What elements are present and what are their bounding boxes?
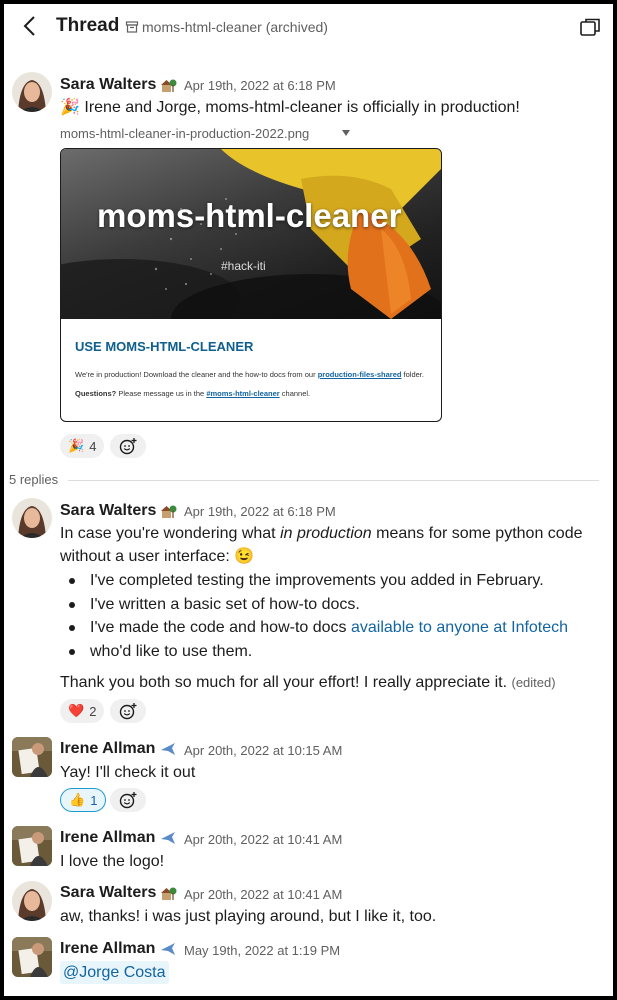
house-with-tree-icon bbox=[161, 887, 177, 900]
author-name[interactable]: Irene Allman bbox=[60, 940, 155, 958]
party-popper-icon: 🎉 bbox=[68, 438, 85, 453]
list-item: I've made the code and how-to docs avail… bbox=[60, 616, 568, 640]
divider bbox=[68, 480, 599, 481]
message-text: means for some python code bbox=[371, 525, 583, 542]
author-name[interactable]: Sara Walters bbox=[60, 76, 156, 94]
list-item-continuation: who'd like to use them. bbox=[60, 640, 568, 664]
avatar[interactable] bbox=[12, 737, 52, 777]
card-link-channel: #moms-html-cleaner bbox=[206, 389, 280, 398]
avatar[interactable] bbox=[12, 937, 52, 977]
chevron-down-icon[interactable] bbox=[341, 128, 351, 138]
timestamp[interactable]: Apr 19th, 2022 at 6:18 PM bbox=[184, 78, 336, 93]
thumbs-up-icon: 👍 bbox=[69, 792, 86, 807]
reaction-count: 2 bbox=[89, 703, 97, 719]
message-text: I love the logo! bbox=[60, 853, 165, 870]
message-text-line-1: In case you're wondering what in product… bbox=[60, 522, 582, 545]
add-emoji-icon bbox=[119, 438, 137, 455]
winking-face-icon: 😉 bbox=[234, 548, 255, 565]
user-mention[interactable]: @Jorge Costa bbox=[60, 961, 169, 984]
airplane-icon bbox=[161, 832, 175, 844]
message-text: Thank you both so much for all your effo… bbox=[60, 674, 508, 691]
card-body-text: channel. bbox=[279, 389, 311, 398]
author-name[interactable]: Irene Allman bbox=[60, 740, 155, 758]
avatar[interactable] bbox=[12, 881, 52, 921]
list-item: I've completed testing the improvements … bbox=[60, 569, 568, 593]
message-text: aw, thanks! i was just playing around, b… bbox=[60, 908, 437, 925]
image-tag: #hack-iti bbox=[221, 259, 266, 273]
airplane-icon bbox=[161, 943, 175, 955]
card-body-line-2: Questions? Please message us in the #mom… bbox=[75, 389, 310, 398]
reaction-count: 4 bbox=[89, 438, 97, 454]
list-item: I've written a basic set of how-to docs. bbox=[60, 593, 568, 617]
timestamp[interactable]: Apr 19th, 2022 at 6:18 PM bbox=[184, 504, 336, 519]
house-with-tree-icon bbox=[161, 79, 177, 92]
airplane-icon bbox=[161, 743, 175, 755]
reaction-heart[interactable]: ❤️ 2 bbox=[60, 699, 105, 723]
message-text: without a user interface: bbox=[60, 548, 230, 565]
thread-panel: Thread moms-html-cleaner (archived) Sara… bbox=[4, 4, 613, 996]
file-name[interactable]: moms-html-cleaner-in-production-2022.png bbox=[60, 126, 309, 141]
list-item-text: I've made the code and how-to docs bbox=[90, 619, 351, 636]
add-reaction-button[interactable] bbox=[110, 699, 146, 723]
author-name[interactable]: Sara Walters bbox=[60, 502, 156, 520]
avatar[interactable] bbox=[12, 72, 52, 112]
author-name[interactable]: Irene Allman bbox=[60, 829, 155, 847]
message-text-line-2: without a user interface: 😉 bbox=[60, 545, 254, 568]
party-popper-icon: 🎉 bbox=[60, 99, 80, 116]
house-with-tree-icon bbox=[161, 505, 177, 518]
image-title: moms-html-cleaner bbox=[97, 197, 402, 234]
reaction-thumbs-up[interactable]: 👍 1 bbox=[60, 788, 107, 812]
message-text: In case you're wondering what bbox=[60, 525, 281, 542]
add-reaction-button[interactable] bbox=[110, 434, 146, 458]
message-text-closing: Thank you both so much for all your effo… bbox=[60, 671, 556, 694]
card-heading: USE MOMS-HTML-CLEANER bbox=[75, 339, 254, 354]
message-text: Yay! I'll check it out bbox=[60, 764, 196, 781]
timestamp[interactable]: Apr 20th, 2022 at 10:15 AM bbox=[184, 743, 342, 758]
reaction-count: 1 bbox=[90, 792, 98, 808]
timestamp[interactable]: Apr 20th, 2022 at 10:41 AM bbox=[184, 832, 342, 847]
back-arrow-icon[interactable] bbox=[20, 14, 40, 38]
infotech-link[interactable]: available to anyone at Infotech bbox=[351, 619, 568, 636]
reaction-party[interactable]: 🎉 4 bbox=[60, 434, 105, 458]
channel-name[interactable]: moms-html-cleaner (archived) bbox=[142, 19, 328, 35]
page-title: Thread bbox=[56, 15, 120, 36]
hero-image: moms-html-cleaner #hack-iti bbox=[61, 149, 441, 319]
add-emoji-icon bbox=[119, 703, 137, 720]
message-emphasis: in production bbox=[280, 525, 372, 542]
add-emoji-icon bbox=[119, 792, 137, 809]
card-body-text: folder. bbox=[401, 370, 424, 379]
edited-label: (edited) bbox=[511, 675, 556, 690]
bullet-list: I've completed testing the improvements … bbox=[60, 569, 568, 663]
author-name[interactable]: Sara Walters bbox=[60, 884, 156, 902]
red-heart-icon: ❤️ bbox=[68, 703, 85, 718]
open-in-window-icon[interactable] bbox=[579, 16, 601, 38]
card-body-text: We're in production! Download the cleane… bbox=[75, 370, 318, 379]
archive-icon bbox=[125, 21, 139, 33]
message-body: Irene and Jorge, moms-html-cleaner is of… bbox=[84, 99, 520, 116]
card-body-line-1: We're in production! Download the cleane… bbox=[75, 370, 424, 379]
thread-header: Thread moms-html-cleaner (archived) bbox=[4, 4, 613, 48]
card-body-bold: Questions? bbox=[75, 389, 117, 398]
card-body-text: Please message us in the bbox=[116, 389, 207, 398]
card-link-folder: production-files-shared bbox=[317, 370, 402, 379]
message-text: 🎉 Irene and Jorge, moms-html-cleaner is … bbox=[60, 96, 520, 119]
avatar[interactable] bbox=[12, 498, 52, 538]
timestamp[interactable]: Apr 20th, 2022 at 10:41 AM bbox=[184, 887, 342, 902]
timestamp[interactable]: May 19th, 2022 at 1:19 PM bbox=[184, 943, 340, 958]
add-reaction-button[interactable] bbox=[110, 788, 146, 812]
replies-count: 5 replies bbox=[9, 472, 59, 487]
file-preview-image[interactable]: moms-html-cleaner #hack-iti USE MOMS-HTM… bbox=[60, 148, 442, 422]
avatar[interactable] bbox=[12, 826, 52, 866]
